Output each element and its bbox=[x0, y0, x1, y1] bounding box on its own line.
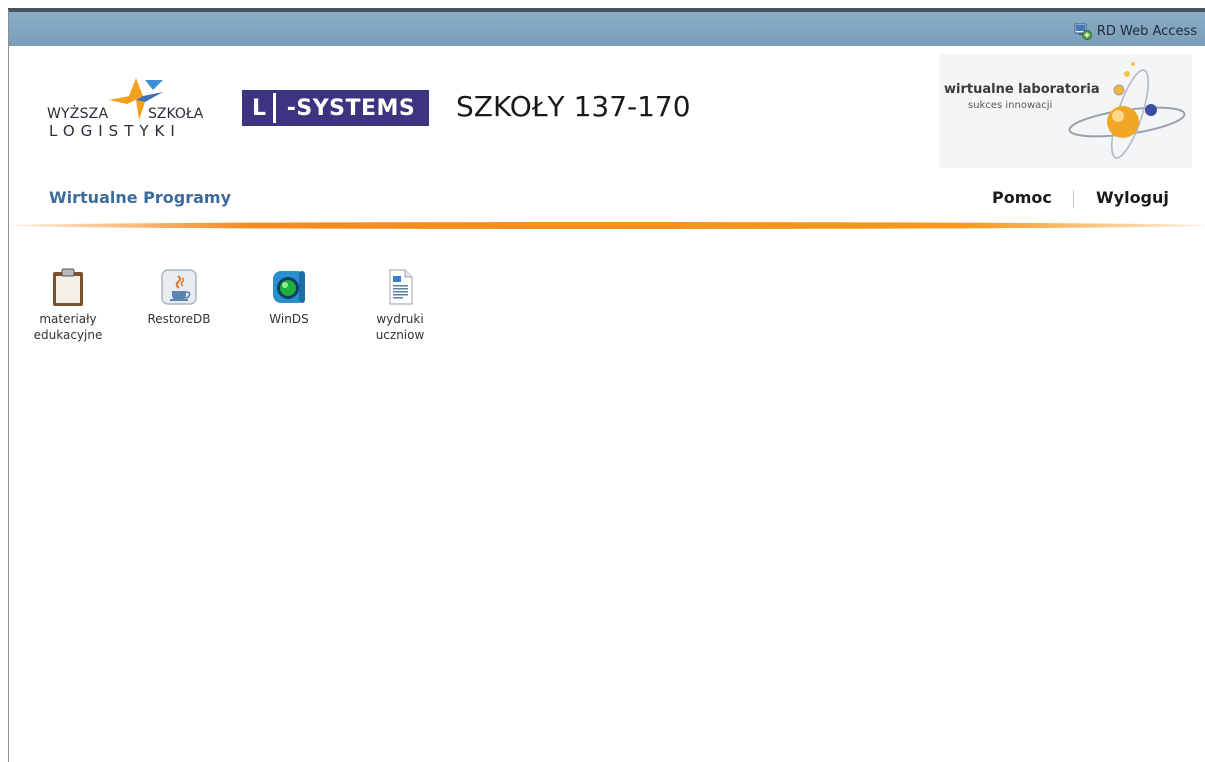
rd-web-access-link[interactable]: RD Web Access bbox=[1074, 22, 1197, 40]
rd-web-access-label: RD Web Access bbox=[1096, 23, 1197, 39]
app-label: materiały bbox=[39, 312, 97, 326]
wsl-logo-text-bottom: LOGISTYKI bbox=[49, 122, 181, 140]
app-materialy-edukacyjne[interactable]: materiały edukacyjne bbox=[18, 260, 118, 343]
winds-icon bbox=[273, 271, 305, 303]
orbit-planet-icon bbox=[1068, 62, 1186, 159]
remote-desktop-icon bbox=[1074, 23, 1092, 40]
app-restoredb[interactable]: RestoreDB bbox=[129, 260, 229, 327]
lsystems-logo: L -SYSTEMS bbox=[242, 90, 429, 126]
wirtualne-laboratoria-subtitle: sukces innowacji bbox=[968, 100, 1053, 111]
logout-link[interactable]: Wyloguj bbox=[1096, 188, 1169, 207]
nav-bar: Wirtualne Programy Pomoc Wyloguj bbox=[9, 188, 1205, 214]
page-title: SZKOŁY 137-170 bbox=[456, 90, 691, 123]
lsystems-logo-letter: L bbox=[245, 93, 273, 123]
rd-web-access-page: RD Web Access WYŻSZA SZKOŁA LOGISTYKI L … bbox=[9, 12, 1205, 762]
lsystems-logo-text: -SYSTEMS bbox=[276, 93, 426, 123]
nav-divider bbox=[1073, 190, 1074, 208]
orange-divider bbox=[9, 222, 1205, 229]
app-label: wydruki bbox=[376, 312, 424, 326]
rd-web-access-bar: RD Web Access bbox=[9, 12, 1205, 46]
java-icon bbox=[161, 269, 197, 305]
clipboard-icon bbox=[53, 268, 83, 306]
document-icon bbox=[389, 269, 413, 305]
wsl-logo-text-right: SZKOŁA bbox=[148, 106, 204, 122]
section-title: Wirtualne Programy bbox=[49, 188, 232, 207]
wsl-logo-text-left: WYŻSZA bbox=[47, 106, 109, 122]
header: WYŻSZA SZKOŁA LOGISTYKI L -SYSTEMS SZKOŁ… bbox=[9, 46, 1205, 186]
app-label-line2: uczniow bbox=[375, 328, 425, 342]
help-link[interactable]: Pomoc bbox=[992, 188, 1052, 207]
app-wydruki-uczniow[interactable]: wydruki uczniow bbox=[350, 260, 450, 343]
app-label-line2: edukacyjne bbox=[33, 328, 103, 342]
app-winds[interactable]: WinDS bbox=[239, 260, 339, 327]
wirtualne-laboratoria-logo: wirtualne laboratoria sukces innowacji bbox=[939, 54, 1192, 168]
app-label: RestoreDB bbox=[147, 312, 211, 326]
app-label: WinDS bbox=[269, 312, 309, 326]
wsl-logo: WYŻSZA SZKOŁA LOGISTYKI bbox=[47, 78, 227, 148]
app-grid: materiały edukacyjne RestoreDB WinDS wyd… bbox=[9, 260, 1205, 380]
wirtualne-laboratoria-title: wirtualne laboratoria bbox=[944, 82, 1100, 97]
